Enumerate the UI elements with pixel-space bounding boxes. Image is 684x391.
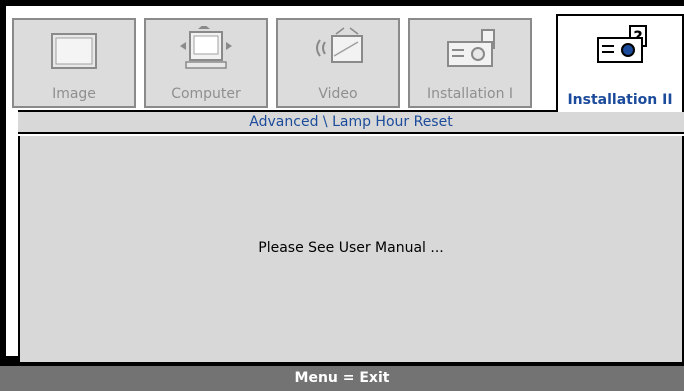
breadcrumb: Advanced \ Lamp Hour Reset: [18, 110, 684, 134]
tab-label: Video: [318, 86, 358, 102]
computer-icon: [146, 24, 266, 78]
projector-help-icon: ?: [558, 22, 682, 74]
projector-icon: [410, 26, 530, 78]
tab-installation-ii[interactable]: ? Installation II: [556, 14, 684, 112]
tab-image[interactable]: Image: [12, 18, 136, 108]
content-area: Please See User Manual ...: [18, 136, 684, 362]
tab-label: Image: [52, 86, 96, 102]
footer-hint: Menu = Exit: [0, 366, 684, 391]
osd-panel: Image Computer Video Installation I ? In…: [6, 6, 684, 362]
tab-label: Installation II: [567, 92, 673, 108]
info-message: Please See User Manual ...: [258, 240, 444, 256]
video-icon: [278, 26, 398, 78]
tab-label: Computer: [171, 86, 241, 102]
tab-video[interactable]: Video: [276, 18, 400, 108]
image-icon: [14, 26, 134, 78]
tab-label: Installation I: [426, 86, 514, 102]
tab-installation-i[interactable]: Installation I: [408, 18, 532, 108]
tab-computer[interactable]: Computer: [144, 18, 268, 108]
